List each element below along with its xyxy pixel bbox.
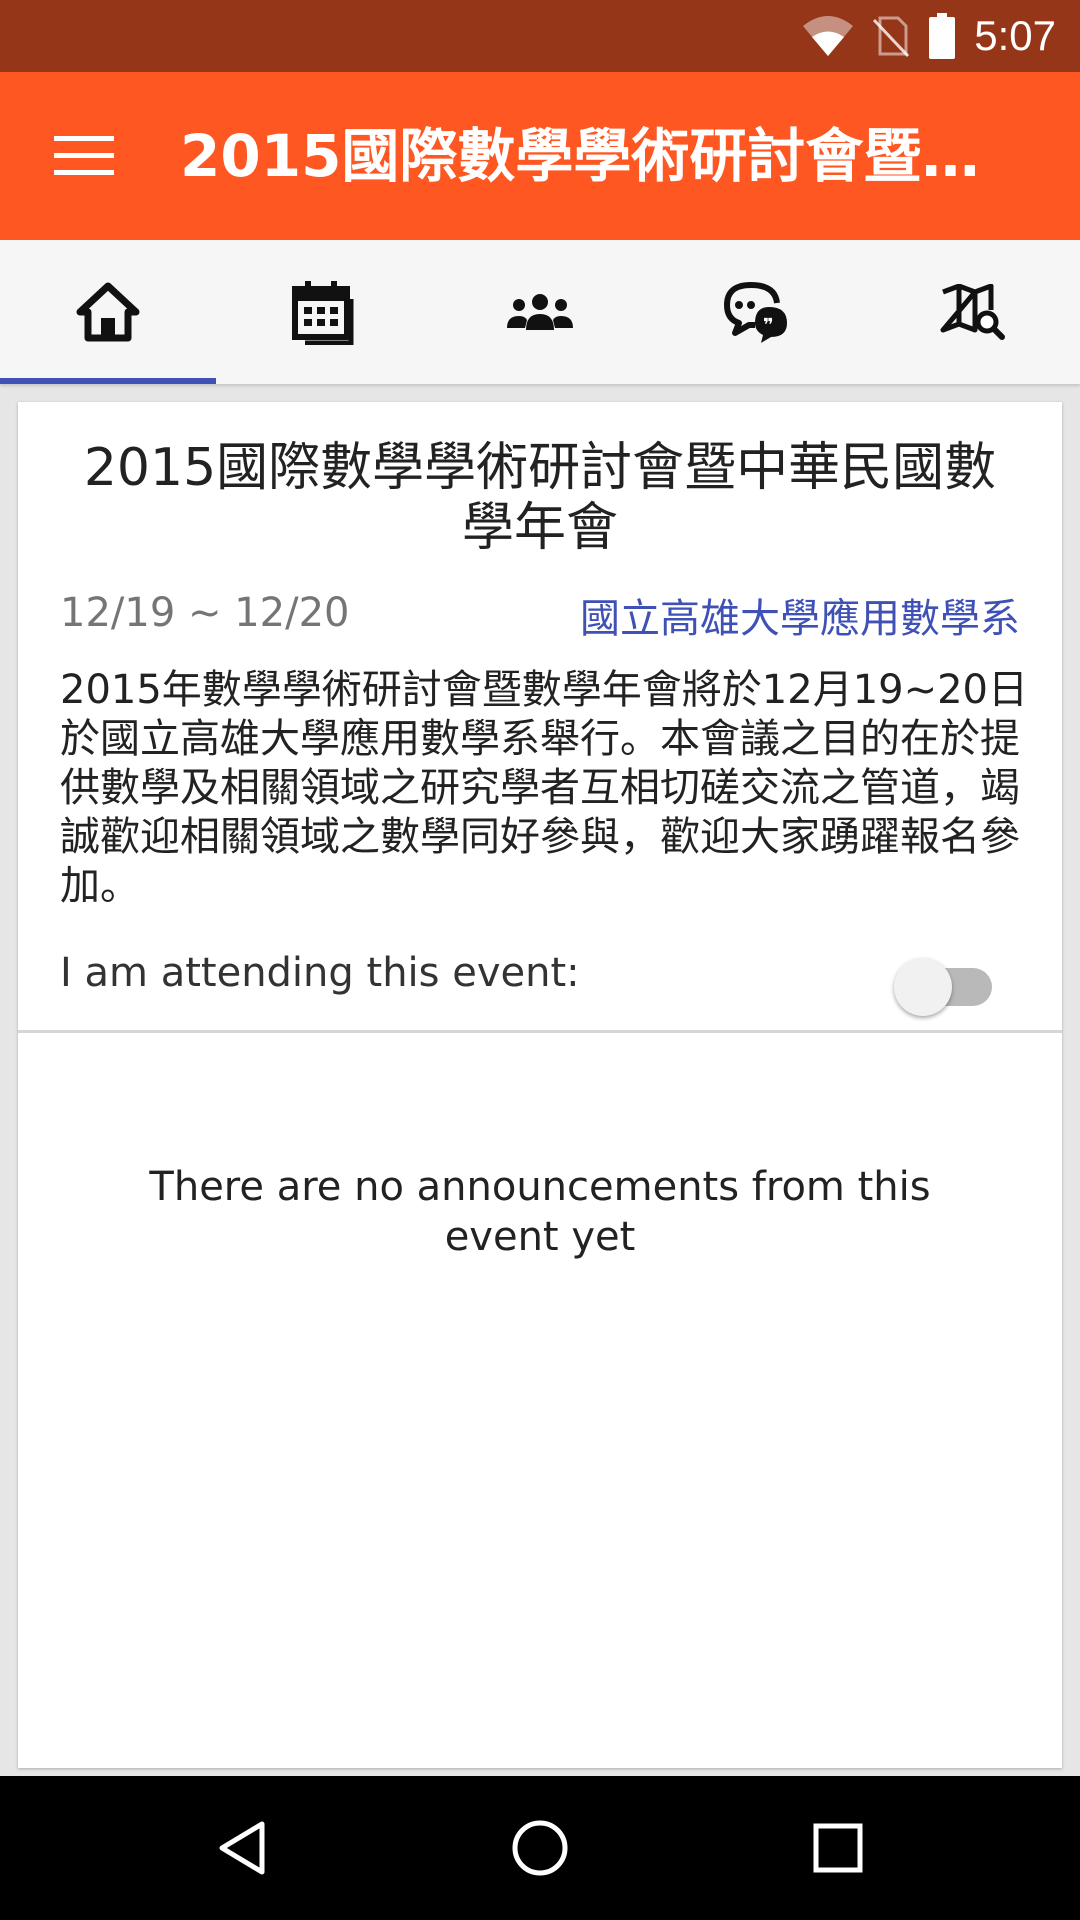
tab-indicator: [0, 378, 216, 384]
map-search-icon: [940, 284, 1005, 340]
system-nav-bar: [0, 1776, 1080, 1920]
attending-toggle[interactable]: [890, 956, 1000, 1016]
attending-label: I am attending this event:: [60, 950, 580, 996]
event-date: 12/19 ~ 12/20: [60, 590, 350, 636]
chat-icon: ❞: [724, 282, 787, 343]
app-bar: 2015國際數學學術研討會暨中華民國數學年會: [0, 72, 1080, 240]
recents-button[interactable]: [766, 1776, 910, 1920]
svg-text:❞: ❞: [763, 315, 774, 336]
tab-map[interactable]: [864, 240, 1080, 384]
event-title: 2015國際數學學術研討會暨中華民國數學年會: [83, 438, 997, 558]
people-icon: [507, 294, 573, 330]
menu-icon: [54, 136, 114, 175]
wifi-icon: [803, 16, 854, 56]
event-card: 2015國際數學學術研討會暨中華民國數學年會 12/19 ~ 12/20 國立高…: [18, 402, 1062, 1768]
app-title: 2015國際數學學術研討會暨中華民國數學年會: [180, 122, 1030, 190]
event-description: 2015年數學學術研討會暨數學年會將於12月19~20日於國立高雄大學應用數學系…: [60, 667, 1029, 909]
home-icon: [512, 1820, 568, 1876]
home-button[interactable]: [468, 1776, 612, 1920]
status-bar: 5:07: [0, 0, 1080, 72]
announcements-empty-message: There are no announcements from this eve…: [149, 1164, 931, 1260]
tab-home[interactable]: [0, 240, 216, 384]
tab-bar: ❞: [0, 240, 1080, 384]
back-icon: [219, 1821, 265, 1875]
battery-icon: [929, 13, 956, 59]
tab-people[interactable]: [432, 240, 648, 384]
toggle-thumb: [894, 958, 952, 1016]
home-icon: [76, 282, 140, 342]
menu-button[interactable]: [44, 122, 124, 190]
calendar-icon: [292, 281, 354, 345]
back-button[interactable]: [170, 1776, 314, 1920]
no-sim-icon: [873, 16, 910, 58]
divider: [18, 1030, 1062, 1033]
tab-schedule[interactable]: [216, 240, 432, 384]
tab-discussion[interactable]: ❞: [648, 240, 864, 384]
status-icons: 5:07: [802, 0, 1056, 72]
recents-icon: [813, 1823, 863, 1873]
event-host-link[interactable]: 國立高雄大學應用數學系: [580, 586, 1020, 644]
status-time: 5:07: [974, 12, 1056, 59]
